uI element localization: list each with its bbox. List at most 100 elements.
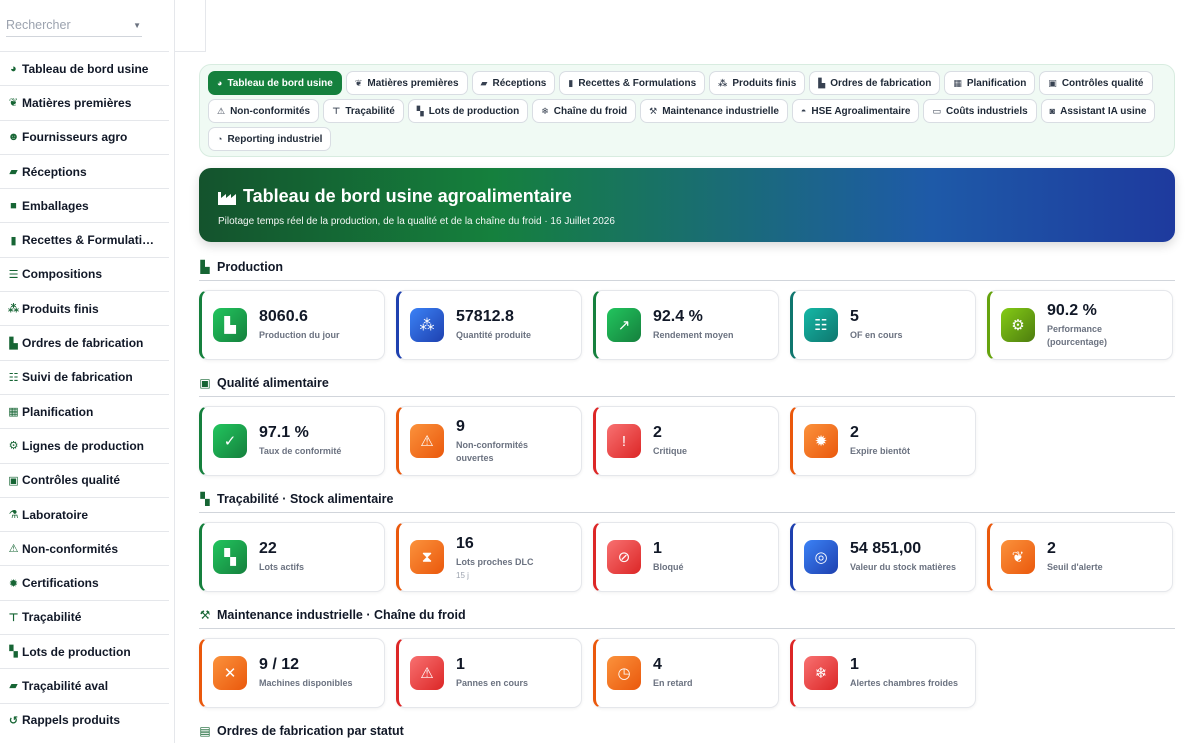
kpi-value: 92.4 %	[653, 308, 703, 325]
kpi-card[interactable]: ⁂ 57812.8 Quantité produite	[396, 290, 582, 360]
section-quality: ▣ Qualité alimentaire ✓ 97.1 % Taux de conf…	[199, 376, 1175, 476]
kpi-value: 8060.6	[259, 308, 308, 325]
kpi-card[interactable]: ↗ 92.4 % Rendement moyen	[593, 290, 779, 360]
kpi-label: En retard	[653, 678, 693, 688]
kpi-value: 2	[653, 424, 662, 441]
sidebar-item-product-recalls[interactable]: ↺ Rappels produits	[0, 702, 169, 737]
sidebar-item-raw-materials[interactable]: ❦ Matières premières	[0, 85, 169, 119]
industry-icon: ▙	[818, 77, 826, 88]
kpi-value: 1	[653, 540, 662, 557]
sitemap-icon: ⊤	[8, 611, 19, 624]
sidebar-item-compositions[interactable]: ☰ Compositions	[0, 256, 169, 291]
tab-hse[interactable]: ◓ HSE Agroalimentaire	[791, 99, 920, 123]
tab-cold-chain[interactable]: ❄ Chaîne du froid	[532, 99, 637, 123]
sidebar-item-traceability[interactable]: ⊤ Traçabilité	[0, 599, 169, 634]
kpi-card[interactable]: ◎ 54 851,00 Valeur du stock matières	[790, 522, 976, 592]
kpi-value: 1	[850, 656, 859, 673]
kpi-card[interactable]: ❄ 1 Alertes chambres froides	[790, 638, 976, 708]
certificate-icon: ✹	[804, 424, 838, 458]
kpi-card[interactable]: ⧗ 16 Lots proches DLC 15 j	[396, 522, 582, 592]
chart-line-icon: ↗	[607, 308, 641, 342]
kpi-value: 4	[653, 656, 662, 673]
snowflake-icon: ❄	[541, 105, 549, 116]
kpi-card[interactable]: ▙ 8060.6 Production du jour	[199, 290, 385, 360]
kpi-value: 9	[456, 417, 465, 435]
tab-nonconformities[interactable]: ⚠ Non-conformités	[208, 99, 320, 123]
tab-dashboard[interactable]: ◕ Tableau de bord usine	[208, 71, 342, 95]
kpi-card[interactable]: ✓ 97.1 % Taux de conformité	[199, 406, 385, 476]
tab-production-lots[interactable]: ▚ Lots de production	[407, 99, 529, 123]
tab-finished-products[interactable]: ⁂ Produits finis	[709, 71, 806, 95]
sidebar-item-planning[interactable]: ▦ Planification	[0, 393, 169, 428]
sidebar-item-nonconformities[interactable]: ⚠ Non-conformités	[0, 531, 169, 565]
tab-traceability[interactable]: ⊤ Traçabilité	[323, 99, 404, 123]
clipboard-check-icon: ▣	[8, 474, 19, 487]
sidebar-item-manufacturing-tracking[interactable]: ☷ Suivi de fabrication	[0, 359, 169, 394]
tab-manufacturing-orders[interactable]: ▙ Ordres de fabrication	[809, 71, 941, 95]
tab-quality-controls[interactable]: ▣ Contrôles qualité	[1039, 71, 1153, 95]
cubes-icon: ⁂	[7, 303, 20, 316]
tab-receptions[interactable]: ▰ Réceptions	[471, 71, 556, 95]
kpi-card[interactable]: ▚ 22 Lots actifs	[199, 522, 385, 592]
boxes-icon: ▚	[200, 492, 210, 506]
sidebar-item-packaging[interactable]: ■ Emballages	[0, 188, 169, 222]
sidebar-item-manufacturing-orders[interactable]: ▙ Ordres de fabrication	[0, 325, 169, 359]
kpi-cards: ▚ 22 Lots actifs ⧗ 16 Lots proches DLC 15 j ⊘…	[199, 522, 1175, 592]
sidebar-item-downstream-traceability[interactable]: ▰ Traçabilité aval	[0, 668, 169, 702]
hero-banner: Tableau de bord usine agroalimentaire Pi…	[199, 168, 1175, 242]
sidebar-item-receptions[interactable]: ▰ Réceptions	[0, 153, 169, 188]
kpi-card[interactable]: ☷ 5 OF en cours	[790, 290, 976, 360]
tab-recipes[interactable]: ▮ Recettes & Formulations	[559, 71, 706, 95]
gears-icon: ⚙	[8, 440, 19, 453]
kpi-card[interactable]: ✹ 2 Expire bientôt	[790, 406, 976, 476]
tab-maintenance[interactable]: ⚒ Maintenance industrielle	[640, 99, 788, 123]
kpi-card[interactable]: ❦ 2 Seuil d'alerte	[987, 522, 1173, 592]
book-icon: ▮	[568, 77, 574, 88]
sidebar-item-quality-controls[interactable]: ▣ Contrôles qualité	[0, 462, 169, 497]
section-orders: ▤ Ordres de fabrication par statut	[199, 724, 1175, 743]
tab-ai-assistant[interactable]: ◙ Assistant IA usine	[1040, 99, 1156, 123]
tab-industrial-costs[interactable]: ▭ Coûts industriels	[923, 99, 1037, 123]
kpi-card[interactable]: ⚠ 1 Pannes en cours	[396, 638, 582, 708]
kpi-label: Lots proches DLC	[456, 556, 534, 567]
main-content: ◕ Tableau de bord usine ❦ Matières premièr…	[199, 64, 1175, 743]
warning-icon: ⚠	[8, 543, 19, 556]
boxes-icon: ▚	[9, 646, 18, 659]
search-area: Rechercher ▼	[0, 0, 174, 51]
kpi-label: Valeur du stock matières	[850, 562, 957, 572]
kpi-card[interactable]: ! 2 Critique	[593, 406, 779, 476]
kpi-card[interactable]: ⚙ 90.2 % Performance (pourcentage)	[987, 290, 1173, 360]
kpi-card[interactable]: ◷ 4 En retard	[593, 638, 779, 708]
money-icon: ▭	[932, 105, 941, 116]
sidebar-item-finished-products[interactable]: ⁂ Produits finis	[0, 291, 169, 325]
warning-icon: ⚠	[410, 656, 444, 690]
search-input[interactable]: Rechercher ▼	[6, 18, 142, 37]
page-subtitle: Pilotage temps réel de la production, de…	[218, 216, 615, 227]
kpi-card[interactable]: ✕ 9 / 12 Machines disponibles	[199, 638, 385, 708]
ban-icon: ⊘	[607, 540, 641, 574]
page-title: Tableau de bord usine agroalimentaire	[243, 186, 572, 206]
kpi-label: OF en cours	[850, 330, 903, 340]
tab-raw-materials[interactable]: ❦ Matières premières	[345, 71, 468, 95]
tab-planning[interactable]: ▦ Planification	[944, 71, 1036, 95]
sidebar-item-production-lines[interactable]: ⚙ Lignes de production	[0, 428, 169, 462]
sidebar-item-suppliers[interactable]: ☻ Fournisseurs agro	[0, 119, 169, 154]
boxes-icon: ▚	[416, 105, 424, 116]
tab-reporting[interactable]: ◔ Reporting industriel	[208, 127, 332, 151]
sidebar: Rechercher ▼ ◕ Tableau de bord usine ❦ Mat…	[0, 0, 175, 743]
kpi-card[interactable]: ⚠ 9 Non-conformités ouvertes	[396, 406, 582, 476]
sidebar-item-laboratory[interactable]: ⚗ Laboratoire	[0, 496, 169, 531]
section-header: ▣ Qualité alimentaire	[199, 376, 1175, 397]
sidebar-item-certifications[interactable]: ✹ Certifications	[0, 565, 169, 599]
kpi-value: 2	[1047, 540, 1056, 557]
kpi-card[interactable]: ⊘ 1 Bloqué	[593, 522, 779, 592]
sidebar-item-dashboard[interactable]: ◕ Tableau de bord usine	[0, 51, 169, 85]
chevron-down-icon[interactable]: ▼	[133, 21, 141, 30]
industry-icon: ▙	[9, 337, 18, 350]
sidebar-item-recipes[interactable]: ▮ Recettes & Formulati…	[0, 222, 169, 256]
sidebar-item-production-lots[interactable]: ▚ Lots de production	[0, 634, 169, 668]
list-check-icon: ☷	[804, 308, 838, 342]
kpi-value: 97.1 %	[259, 424, 309, 441]
tools-icon: ✕	[213, 656, 247, 690]
kpi-label: Pannes en cours	[456, 678, 529, 688]
